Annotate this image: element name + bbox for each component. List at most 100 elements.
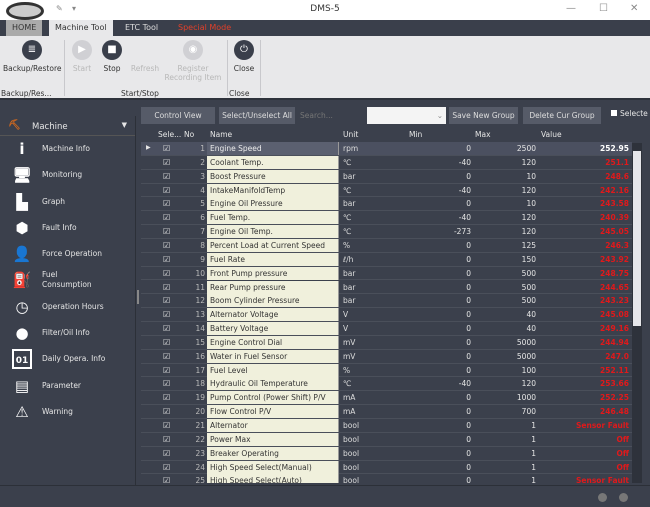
table-row[interactable]: ☑ 24 High Speed Select(Manual) bool 0 1 … [141,460,632,475]
table-row[interactable]: ☑ 14 Battery Voltage V 0 40 249.16 [141,322,632,336]
table-row[interactable]: ☑ 22 Power Max bool 0 1 Off [141,432,632,447]
row-checkbox-icon[interactable]: ☑ [163,172,170,181]
register-recording-item-button[interactable]: ◉ Register Recording Item [163,40,223,82]
close-button[interactable]: ⏻ Close [230,40,258,73]
row-checkbox-icon[interactable]: ☑ [163,241,170,250]
refresh-button[interactable]: Refresh [130,40,160,73]
row-checkbox-icon[interactable]: ☑ [163,144,170,153]
row-checkbox-icon[interactable]: ☑ [163,366,170,375]
table-row[interactable]: ☑ 11 Rear Pump pressure bar 0 500 244.65 [141,280,632,295]
table-row[interactable]: ☑ 8 Percent Load at Current Speed % 0 12… [141,238,632,253]
maximize-icon[interactable]: ☐ [599,3,608,14]
minimize-icon[interactable]: — [566,3,576,14]
table-row[interactable]: ☑ 25 High Speed Select(Auto) bool 0 1 Se… [141,474,632,483]
row-checkbox-icon[interactable]: ☑ [163,158,170,167]
backup-restore-button[interactable]: ≣ Backup/Restore [3,40,61,73]
row-no: 15 [195,337,205,347]
select-unselect-all-button[interactable]: Select/Unselect All [219,107,295,124]
sidebar-item-force-operation[interactable]: 👤 Force Operation [0,241,135,267]
save-new-group-button[interactable]: Save New Group [449,107,518,124]
sidebar-item-graph[interactable]: ▙ Graph [0,189,135,215]
col-select[interactable]: Sele... [158,130,181,139]
row-checkbox-icon[interactable]: ☑ [163,269,170,278]
table-row[interactable]: ☑ 15 Engine Control Dial mV 0 5000 244.9… [141,335,632,350]
table-row[interactable]: ▶ ☑ 1 Engine Speed rpm 0 2500 252.95 [141,142,632,156]
row-checkbox-icon[interactable]: ☑ [163,255,170,264]
row-checkbox-icon[interactable]: ☑ [163,227,170,236]
row-unit: bool [343,462,360,472]
splitter-handle[interactable] [137,290,139,304]
row-checkbox-icon[interactable]: ☑ [163,186,170,195]
group-select[interactable]: ⌄ [367,107,446,124]
table-row[interactable]: ☑ 18 Hydraulic Oil Temperature ℃ -40 120… [141,377,632,392]
tab-special-mode[interactable]: Special Mode [172,20,237,36]
start-button[interactable]: ▶ Start [70,40,94,73]
sidebar-item-parameter[interactable]: ▤ Parameter [0,373,135,399]
col-min[interactable]: Min [409,130,422,139]
row-checkbox-icon[interactable]: ☑ [163,463,170,472]
table-row[interactable]: ☑ 3 Boost Pressure bar 0 10 248.6 [141,169,632,184]
close-window-icon[interactable]: ✕ [630,3,638,14]
delete-cur-group-button[interactable]: Delete Cur Group [523,107,601,124]
refresh-icon [135,40,155,60]
col-name[interactable]: Name [210,130,232,139]
row-checkbox-icon[interactable]: ☑ [163,324,170,333]
row-checkbox-icon[interactable]: ☑ [163,213,170,222]
row-max: 500 [521,268,536,278]
grid-scrollbar[interactable] [632,143,642,483]
table-row[interactable]: ☑ 4 IntakeManifoldTemp ℃ -40 120 242.16 [141,183,632,198]
sidebar-item-fault-info[interactable]: ⬢ Fault Info [0,215,135,241]
row-checkbox-icon[interactable]: ☑ [163,296,170,305]
table-row[interactable]: ☑ 2 Coolant Temp. ℃ -40 120 251.1 [141,155,632,170]
row-value: 243.92 [600,254,629,264]
row-checkbox-icon[interactable]: ☑ [163,407,170,416]
table-row[interactable]: ☑ 20 Flow Control P/V mA 0 700 246.48 [141,405,632,419]
scrollbar-thumb[interactable] [633,151,641,326]
selected-checkbox[interactable] [611,110,617,116]
tab-machine-tool[interactable]: Machine Tool [49,20,113,36]
table-row[interactable]: ☑ 10 Front Pump pressure bar 0 500 248.7… [141,266,632,281]
table-row[interactable]: ☑ 7 Engine Oil Temp. ℃ -273 120 245.05 [141,225,632,239]
table-row[interactable]: ☑ 17 Fuel Level % 0 100 252.11 [141,363,632,378]
col-unit[interactable]: Unit [343,130,358,139]
row-checkbox-icon[interactable]: ☑ [163,435,170,444]
row-value: 246.48 [600,407,629,417]
row-checkbox-icon[interactable]: ☑ [163,379,170,388]
sidebar-item-warning[interactable]: ⚠ Warning [0,399,135,425]
col-no[interactable]: No [184,130,194,139]
row-checkbox-icon[interactable]: ☑ [163,283,170,292]
table-row[interactable]: ☑ 12 Boom Cylinder Pressure bar 0 500 24… [141,294,632,309]
row-no: 17 [195,365,205,375]
table-row[interactable]: ☑ 21 Alternator bool 0 1 Sensor Fault [141,419,632,433]
row-checkbox-icon[interactable]: ☑ [163,310,170,319]
table-row[interactable]: ☑ 16 Water in Fuel Sensor mV 0 5000 247.… [141,349,632,364]
table-row[interactable]: ☑ 6 Fuel Temp. ℃ -40 120 240.39 [141,211,632,226]
tab-etc-tool[interactable]: ETC Tool [119,20,164,36]
table-row[interactable]: ☑ 9 Fuel Rate ℓ/h 0 150 243.92 [141,252,632,267]
table-row[interactable]: ☑ 13 Alternator Voltage V 0 40 245.08 [141,308,632,323]
row-checkbox-icon[interactable]: ☑ [163,421,170,430]
table-row[interactable]: ☑ 5 Engine Oil Pressure bar 0 10 243.58 [141,197,632,212]
sidebar-item-daily-opera-info[interactable]: 01 Daily Opera. Info [0,346,135,372]
machine-dropdown[interactable]: ⛏ Machine ▼ [0,116,135,136]
sidebar-item-filter-oil-info[interactable]: ● Filter/Oil Info [0,320,135,346]
row-checkbox-icon[interactable]: ☑ [163,352,170,361]
row-checkbox-icon[interactable]: ☑ [163,199,170,208]
tab-home[interactable]: HOME [6,20,43,36]
row-checkbox-icon[interactable]: ☑ [163,449,170,458]
table-row[interactable]: ☑ 19 Pump Control (Power Shift) P/V mA 0… [141,391,632,406]
row-checkbox-icon[interactable]: ☑ [163,393,170,402]
search-input[interactable] [297,107,362,124]
col-max[interactable]: Max [475,130,491,139]
sidebar-item-monitoring[interactable]: 🖥 Monitoring [0,162,135,188]
table-row[interactable]: ☑ 23 Breaker Operating bool 0 1 Off [141,446,632,461]
row-value: Off [616,448,629,458]
sidebar-item-operation-hours[interactable]: ◷ Operation Hours [0,294,135,320]
stop-button[interactable]: ■ Stop [100,40,124,73]
col-value[interactable]: Value [541,130,562,139]
sidebar-item-fuel-consumption[interactable]: ⛽ Fuel Consumption [0,267,135,293]
sidebar-item-machine-info[interactable]: i Machine Info [0,136,135,162]
row-checkbox-icon[interactable]: ☑ [163,338,170,347]
row-checkbox-icon[interactable]: ☑ [163,476,170,483]
control-view-button[interactable]: Control View [141,107,215,124]
